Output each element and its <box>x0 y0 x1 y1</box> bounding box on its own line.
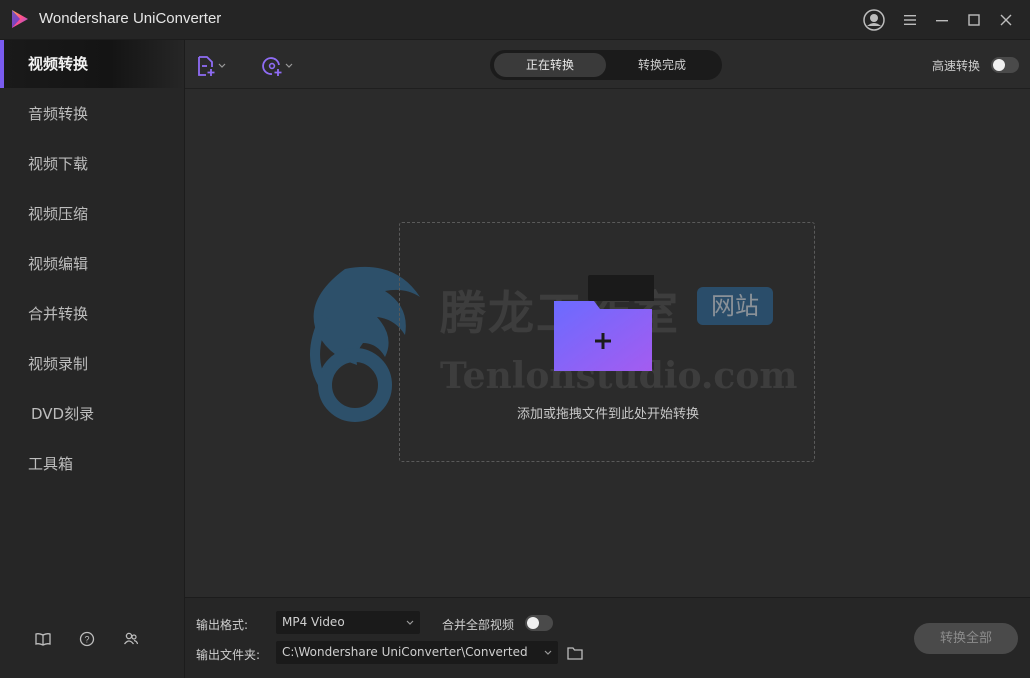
output-format-label: 输出格式: <box>196 618 249 632</box>
main-area: 腾龙工作室 网站 Tenlonstudio.com 添加或拖拽文件到此处开始转换 <box>185 89 1030 597</box>
account-button[interactable] <box>861 8 887 32</box>
sidebar-item-label: 视频转换 <box>28 55 89 73</box>
hamburger-icon <box>904 15 916 25</box>
chevron-down-icon <box>406 620 414 625</box>
app-logo-icon <box>12 10 28 28</box>
sidebar-item-label: 视频下载 <box>28 155 89 173</box>
chevron-down-icon <box>218 63 226 68</box>
output-format-select[interactable]: MP4 Video <box>276 611 420 634</box>
convert-all-button[interactable]: 转换全部 <box>914 623 1018 654</box>
conversion-tabs: 正在转换 转换完成 <box>490 50 722 80</box>
maximize-icon <box>968 14 980 26</box>
sidebar-item-screen-record[interactable]: 视频录制 <box>0 340 184 388</box>
guide-button[interactable] <box>32 628 54 650</box>
users-icon <box>123 632 139 645</box>
book-icon <box>35 633 51 646</box>
output-folder-label: 输出文件夹: <box>196 648 261 662</box>
output-format-value: MP4 Video <box>282 615 345 629</box>
sidebar-item-toolbox[interactable]: 工具箱 <box>0 440 184 488</box>
menu-button[interactable] <box>897 8 923 32</box>
sidebar: 视频转换 音频转换 视频下载 视频压缩 视频编辑 合并转换 视频录制 DVD刻录… <box>0 40 185 678</box>
open-folder-button[interactable] <box>567 645 585 661</box>
bottom-bar: 输出格式: MP4 Video 合并全部视频 输出文件夹: C:\Wonders… <box>185 597 1030 678</box>
close-icon <box>1000 14 1012 26</box>
sidebar-item-merge[interactable]: 合并转换 <box>0 290 184 338</box>
sidebar-item-video-compress[interactable]: 视频压缩 <box>0 190 184 238</box>
folder-icon <box>567 647 583 660</box>
output-folder-value: C:\Wondershare UniConverter\Converted <box>282 645 528 659</box>
tab-finished[interactable]: 转换完成 <box>606 53 718 77</box>
sidebar-item-label: 工具箱 <box>28 455 74 473</box>
high-speed-label: 高速转换 <box>932 59 981 73</box>
toggle-knob <box>993 59 1005 71</box>
drop-zone[interactable]: 添加或拖拽文件到此处开始转换 <box>399 222 815 462</box>
title-bar: Wondershare UniConverter <box>0 0 1030 40</box>
sidebar-item-video-edit[interactable]: 视频编辑 <box>0 240 184 288</box>
add-file-icon <box>198 56 215 76</box>
high-speed-toggle[interactable] <box>991 57 1019 73</box>
sidebar-item-label: DVD刻录 <box>31 405 95 423</box>
window-title: Wondershare UniConverter <box>39 10 222 27</box>
toolbar: 正在转换 转换完成 高速转换 <box>185 40 1030 89</box>
add-disc-icon <box>262 57 282 76</box>
sidebar-item-label: 音频转换 <box>28 105 89 123</box>
drop-hint-text: 添加或拖拽文件到此处开始转换 <box>516 407 699 422</box>
close-button[interactable] <box>993 8 1019 32</box>
output-folder-select[interactable]: C:\Wondershare UniConverter\Converted <box>276 641 558 664</box>
sidebar-item-label: 视频压缩 <box>28 205 89 223</box>
maximize-button[interactable] <box>961 8 987 32</box>
svg-text:?: ? <box>84 635 89 645</box>
sidebar-item-video-download[interactable]: 视频下载 <box>0 140 184 188</box>
add-file-button[interactable] <box>196 52 226 80</box>
chevron-down-icon <box>285 63 293 68</box>
chevron-down-icon <box>544 650 552 655</box>
add-folder-icon <box>554 275 654 371</box>
sidebar-item-label: 合并转换 <box>28 305 89 323</box>
add-disc-button[interactable] <box>261 52 293 80</box>
minimize-icon <box>936 20 948 22</box>
sidebar-item-video-convert[interactable]: 视频转换 <box>0 40 184 88</box>
sidebar-item-label: 视频编辑 <box>28 255 89 273</box>
merge-label: 合并全部视频 <box>442 618 515 632</box>
sidebar-item-audio-convert[interactable]: 音频转换 <box>0 90 184 138</box>
account-icon <box>863 9 885 31</box>
help-button[interactable]: ? <box>76 628 98 650</box>
help-icon: ? <box>79 631 95 647</box>
toggle-knob <box>527 617 539 629</box>
community-button[interactable] <box>120 628 142 650</box>
sidebar-item-label: 视频录制 <box>28 355 89 373</box>
merge-toggle[interactable] <box>525 615 553 631</box>
minimize-button[interactable] <box>929 8 955 32</box>
tab-converting[interactable]: 正在转换 <box>494 53 606 77</box>
sidebar-item-dvd-burn[interactable]: DVD刻录 <box>0 390 184 438</box>
